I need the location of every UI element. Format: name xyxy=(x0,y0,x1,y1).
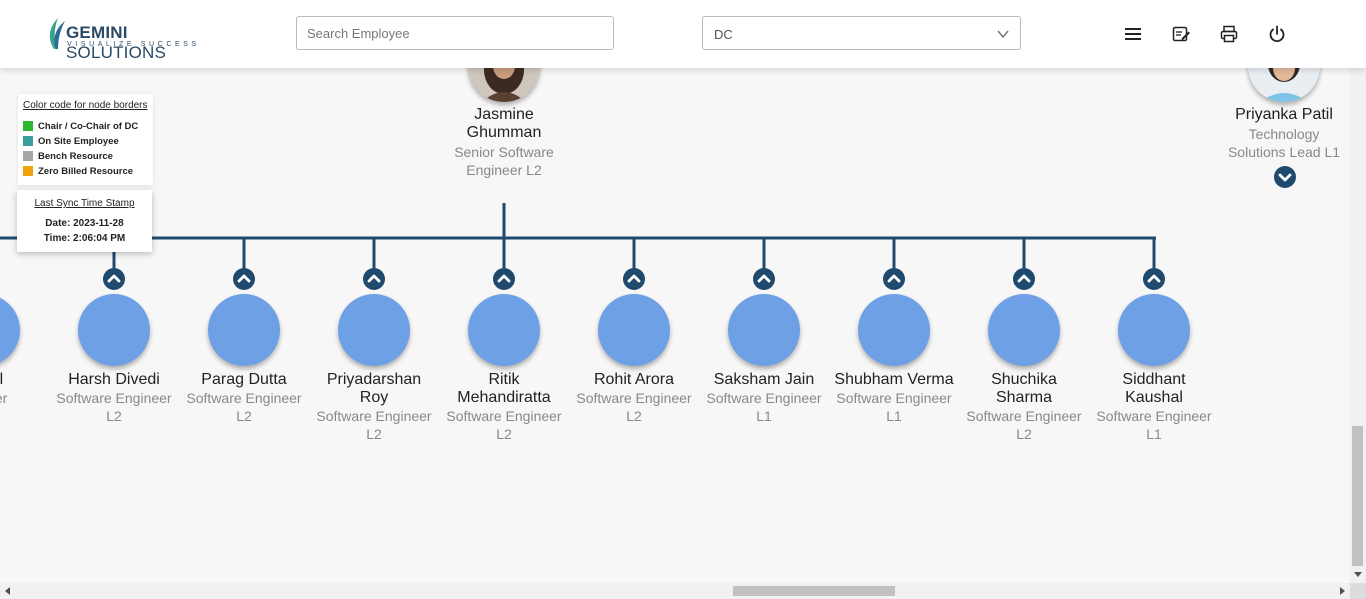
chevron-down-icon xyxy=(997,30,1009,39)
chevron-down-icon xyxy=(1278,173,1292,182)
chevron-up-icon xyxy=(237,274,251,283)
leaf-logo-icon xyxy=(49,18,65,49)
legend-item: Zero Billed Resource xyxy=(23,165,133,177)
chevron-up-icon xyxy=(627,274,641,283)
parent-name: Jasmine Ghumman xyxy=(466,106,542,141)
employee-name: Priyadarshan Roy xyxy=(326,371,422,406)
legend-swatch xyxy=(23,151,33,161)
collapse-toggle[interactable] xyxy=(233,268,255,290)
collapse-toggle[interactable] xyxy=(1013,268,1035,290)
side-node-name: Priyanka Patil xyxy=(1235,106,1333,123)
employee-title: Software Engineer L2 xyxy=(576,390,692,424)
vertical-scrollbar[interactable] xyxy=(1350,0,1366,583)
scrollbar-corner xyxy=(1350,583,1366,599)
sync-time: Time: 2:06:04 PM xyxy=(43,233,126,244)
employee-name: Rohit Arora xyxy=(593,371,675,388)
gemini-logo[interactable]: GEMINI SOLUTIONS VISUALIZE SUCCESS xyxy=(46,16,216,62)
employee-avatar[interactable] xyxy=(728,294,800,366)
menu-icon[interactable] xyxy=(1123,24,1143,44)
employee-avatar[interactable] xyxy=(598,294,670,366)
employee-avatar[interactable] xyxy=(858,294,930,366)
employee-avatar[interactable] xyxy=(988,294,1060,366)
legend-item: Chair / Co-Chair of DC xyxy=(23,120,138,132)
chevron-up-icon xyxy=(107,274,121,283)
sync-title: Last Sync Time Stamp xyxy=(34,198,135,209)
employee-title: Software Engineer L1 xyxy=(706,390,822,424)
expand-toggle[interactable] xyxy=(1274,166,1296,188)
legend-swatch xyxy=(23,121,33,131)
legend-title: Color code for node borders xyxy=(23,100,148,111)
chevron-up-icon xyxy=(497,274,511,283)
power-icon[interactable] xyxy=(1267,24,1287,44)
color-legend: Color code for node borders Chair / Co-C… xyxy=(18,94,153,185)
employee-title: Software Engineer L1 xyxy=(836,390,952,424)
sync-timestamp-card: Last Sync Time Stamp Date: 2023-11-28 Ti… xyxy=(17,190,152,252)
employee-title: Software Engineer L2 xyxy=(966,408,1082,442)
employee-avatar[interactable] xyxy=(468,294,540,366)
collapse-toggle[interactable] xyxy=(1143,268,1165,290)
employee-name: ansal xyxy=(0,371,4,388)
logo-tagline: VISUALIZE SUCCESS xyxy=(67,41,200,48)
horizontal-scroll-thumb[interactable] xyxy=(733,586,895,596)
horizontal-scrollbar[interactable] xyxy=(0,583,1350,599)
employee-name: Siddhant Kaushal xyxy=(1122,371,1186,406)
dc-dropdown[interactable]: DC xyxy=(702,16,1021,50)
chevron-up-icon xyxy=(367,274,381,283)
vertical-scroll-thumb[interactable] xyxy=(1352,426,1363,566)
edit-note-icon[interactable] xyxy=(1171,24,1191,44)
employee-avatar[interactable] xyxy=(208,294,280,366)
legend-swatch xyxy=(23,166,33,176)
collapse-toggle[interactable] xyxy=(103,268,125,290)
employee-name: Saksham Jain xyxy=(713,371,815,388)
collapse-toggle[interactable] xyxy=(623,268,645,290)
dc-selected-value: DC xyxy=(714,27,733,42)
collapse-toggle[interactable] xyxy=(753,268,775,290)
employee-avatar[interactable] xyxy=(78,294,150,366)
chevron-up-icon xyxy=(1017,274,1031,283)
employee-name: Ritik Mehandiratta xyxy=(457,371,551,406)
employee-title: Software Engineer L2 xyxy=(446,408,562,442)
chevron-up-icon xyxy=(1147,274,1161,283)
legend-item: Bench Resource xyxy=(23,150,113,162)
scroll-right-icon[interactable] xyxy=(1338,587,1346,595)
scroll-left-icon[interactable] xyxy=(4,587,12,595)
scroll-down-icon[interactable] xyxy=(1354,570,1362,578)
chevron-up-icon xyxy=(757,274,771,283)
top-header: GEMINI SOLUTIONS VISUALIZE SUCCESS DC xyxy=(0,0,1366,68)
employee-name: Parag Dutta xyxy=(201,371,287,388)
print-icon[interactable] xyxy=(1219,24,1239,44)
employee-avatar[interactable] xyxy=(1118,294,1190,366)
legend-swatch xyxy=(23,136,33,146)
side-node-title: Technology Solutions Lead L1 xyxy=(1227,126,1341,160)
collapse-toggle[interactable] xyxy=(883,268,905,290)
employee-avatar[interactable] xyxy=(338,294,410,366)
employee-title: Software Engineer L1 xyxy=(1096,408,1212,442)
parent-title: Senior Software Engineer L2 xyxy=(454,144,554,178)
employee-title: ngineer xyxy=(0,390,8,406)
org-chart-canvas[interactable]: Jasmine Ghumman Senior Software Engineer L… xyxy=(0,68,1350,583)
employee-name: Harsh Divedi xyxy=(68,371,160,388)
collapse-toggle[interactable] xyxy=(493,268,515,290)
employee-title: Software Engineer L2 xyxy=(56,390,172,424)
legend-item: On Site Employee xyxy=(23,135,119,147)
employee-name: Shubham Verma xyxy=(834,371,954,388)
employee-title: Software Engineer L2 xyxy=(316,408,432,442)
search-employee-input[interactable] xyxy=(296,16,614,50)
sync-date: Date: 2023-11-28 xyxy=(45,218,124,229)
employee-name: Shuchika Sharma xyxy=(991,371,1057,406)
chevron-up-icon xyxy=(887,274,901,283)
employee-title: Software Engineer L2 xyxy=(186,390,302,424)
collapse-toggle[interactable] xyxy=(363,268,385,290)
